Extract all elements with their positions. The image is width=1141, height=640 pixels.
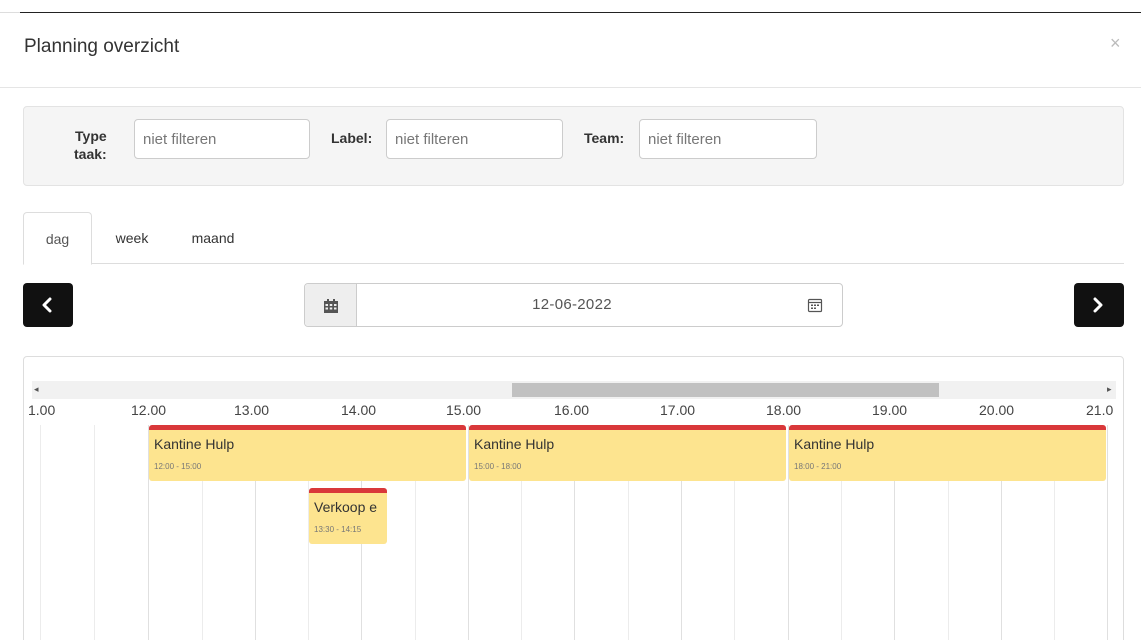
event-time: 18:00 - 21:00 bbox=[794, 462, 842, 471]
event-title: Kantine Hulp bbox=[794, 436, 875, 452]
tab-week[interactable]: week bbox=[107, 212, 157, 264]
team-filter-label: Team: bbox=[584, 130, 625, 146]
hour-label: 14.00 bbox=[341, 402, 377, 418]
modal-title: Planning overzicht bbox=[24, 36, 180, 57]
filter-panel: Type taak: Label: Team: bbox=[23, 106, 1124, 186]
grid-line bbox=[40, 425, 41, 640]
close-icon[interactable]: × bbox=[1110, 34, 1121, 52]
hour-label: 12.00 bbox=[131, 402, 167, 418]
scroll-right-icon[interactable]: ▸ bbox=[1107, 384, 1112, 395]
view-tabs: dag week maand bbox=[23, 212, 1124, 265]
calendar-addon[interactable] bbox=[305, 284, 357, 326]
label-filter-input[interactable] bbox=[386, 119, 563, 159]
calendar-picker-icon[interactable] bbox=[807, 297, 823, 313]
selected-date[interactable]: 12-06-2022 bbox=[357, 284, 787, 326]
event-time: 15:00 - 18:00 bbox=[474, 462, 522, 471]
event-time: 13:30 - 14:15 bbox=[314, 525, 362, 534]
scroll-left-icon[interactable]: ◂ bbox=[34, 384, 39, 395]
planning-event[interactable]: Verkoop e 13:30 - 14:15 bbox=[309, 488, 387, 544]
top-border-accent bbox=[0, 12, 20, 13]
hour-label: 15.00 bbox=[446, 402, 482, 418]
team-filter-input[interactable] bbox=[639, 119, 817, 159]
day-timeline: ◂ ▸ 1.00 12.00 13.00 14.00 15.00 16.00 1… bbox=[23, 356, 1124, 640]
hour-label: 20.00 bbox=[979, 402, 1015, 418]
event-title: Kantine Hulp bbox=[154, 436, 235, 452]
hour-label: 19.00 bbox=[872, 402, 908, 418]
chevron-left-icon bbox=[42, 297, 52, 313]
grid-line bbox=[1107, 425, 1108, 640]
hour-label: 17.00 bbox=[660, 402, 696, 418]
event-title: Verkoop e bbox=[314, 499, 378, 515]
event-title: Kantine Hulp bbox=[474, 436, 555, 452]
type-task-label: Type taak: bbox=[74, 128, 107, 162]
event-time: 12:00 - 15:00 bbox=[154, 462, 202, 471]
header-divider bbox=[0, 87, 1141, 88]
planning-event[interactable]: Kantine Hulp 18:00 - 21:00 bbox=[789, 425, 1106, 481]
planning-event[interactable]: Kantine Hulp 15:00 - 18:00 bbox=[469, 425, 786, 481]
hour-label: 1.00 bbox=[28, 402, 56, 418]
hour-label: 16.00 bbox=[554, 402, 590, 418]
tab-maand[interactable]: maand bbox=[183, 212, 243, 264]
chevron-right-icon bbox=[1093, 297, 1103, 313]
calendar-icon bbox=[324, 299, 338, 313]
label-filter-label: Label: bbox=[331, 130, 373, 146]
hour-label: 13.00 bbox=[234, 402, 270, 418]
tab-dag[interactable]: dag bbox=[23, 212, 92, 265]
grid-line bbox=[94, 425, 95, 640]
hour-label: 21.0 bbox=[1086, 402, 1114, 418]
planning-event[interactable]: Kantine Hulp 12:00 - 15:00 bbox=[149, 425, 466, 481]
type-task-filter-input[interactable] bbox=[134, 119, 310, 159]
next-day-button[interactable] bbox=[1074, 283, 1124, 327]
scrollbar-thumb[interactable] bbox=[512, 383, 939, 397]
horizontal-scrollbar[interactable]: ◂ ▸ bbox=[32, 381, 1116, 399]
top-border bbox=[0, 12, 1141, 13]
date-picker[interactable]: 12-06-2022 bbox=[304, 283, 843, 327]
hour-label: 18.00 bbox=[766, 402, 802, 418]
previous-day-button[interactable] bbox=[23, 283, 73, 327]
